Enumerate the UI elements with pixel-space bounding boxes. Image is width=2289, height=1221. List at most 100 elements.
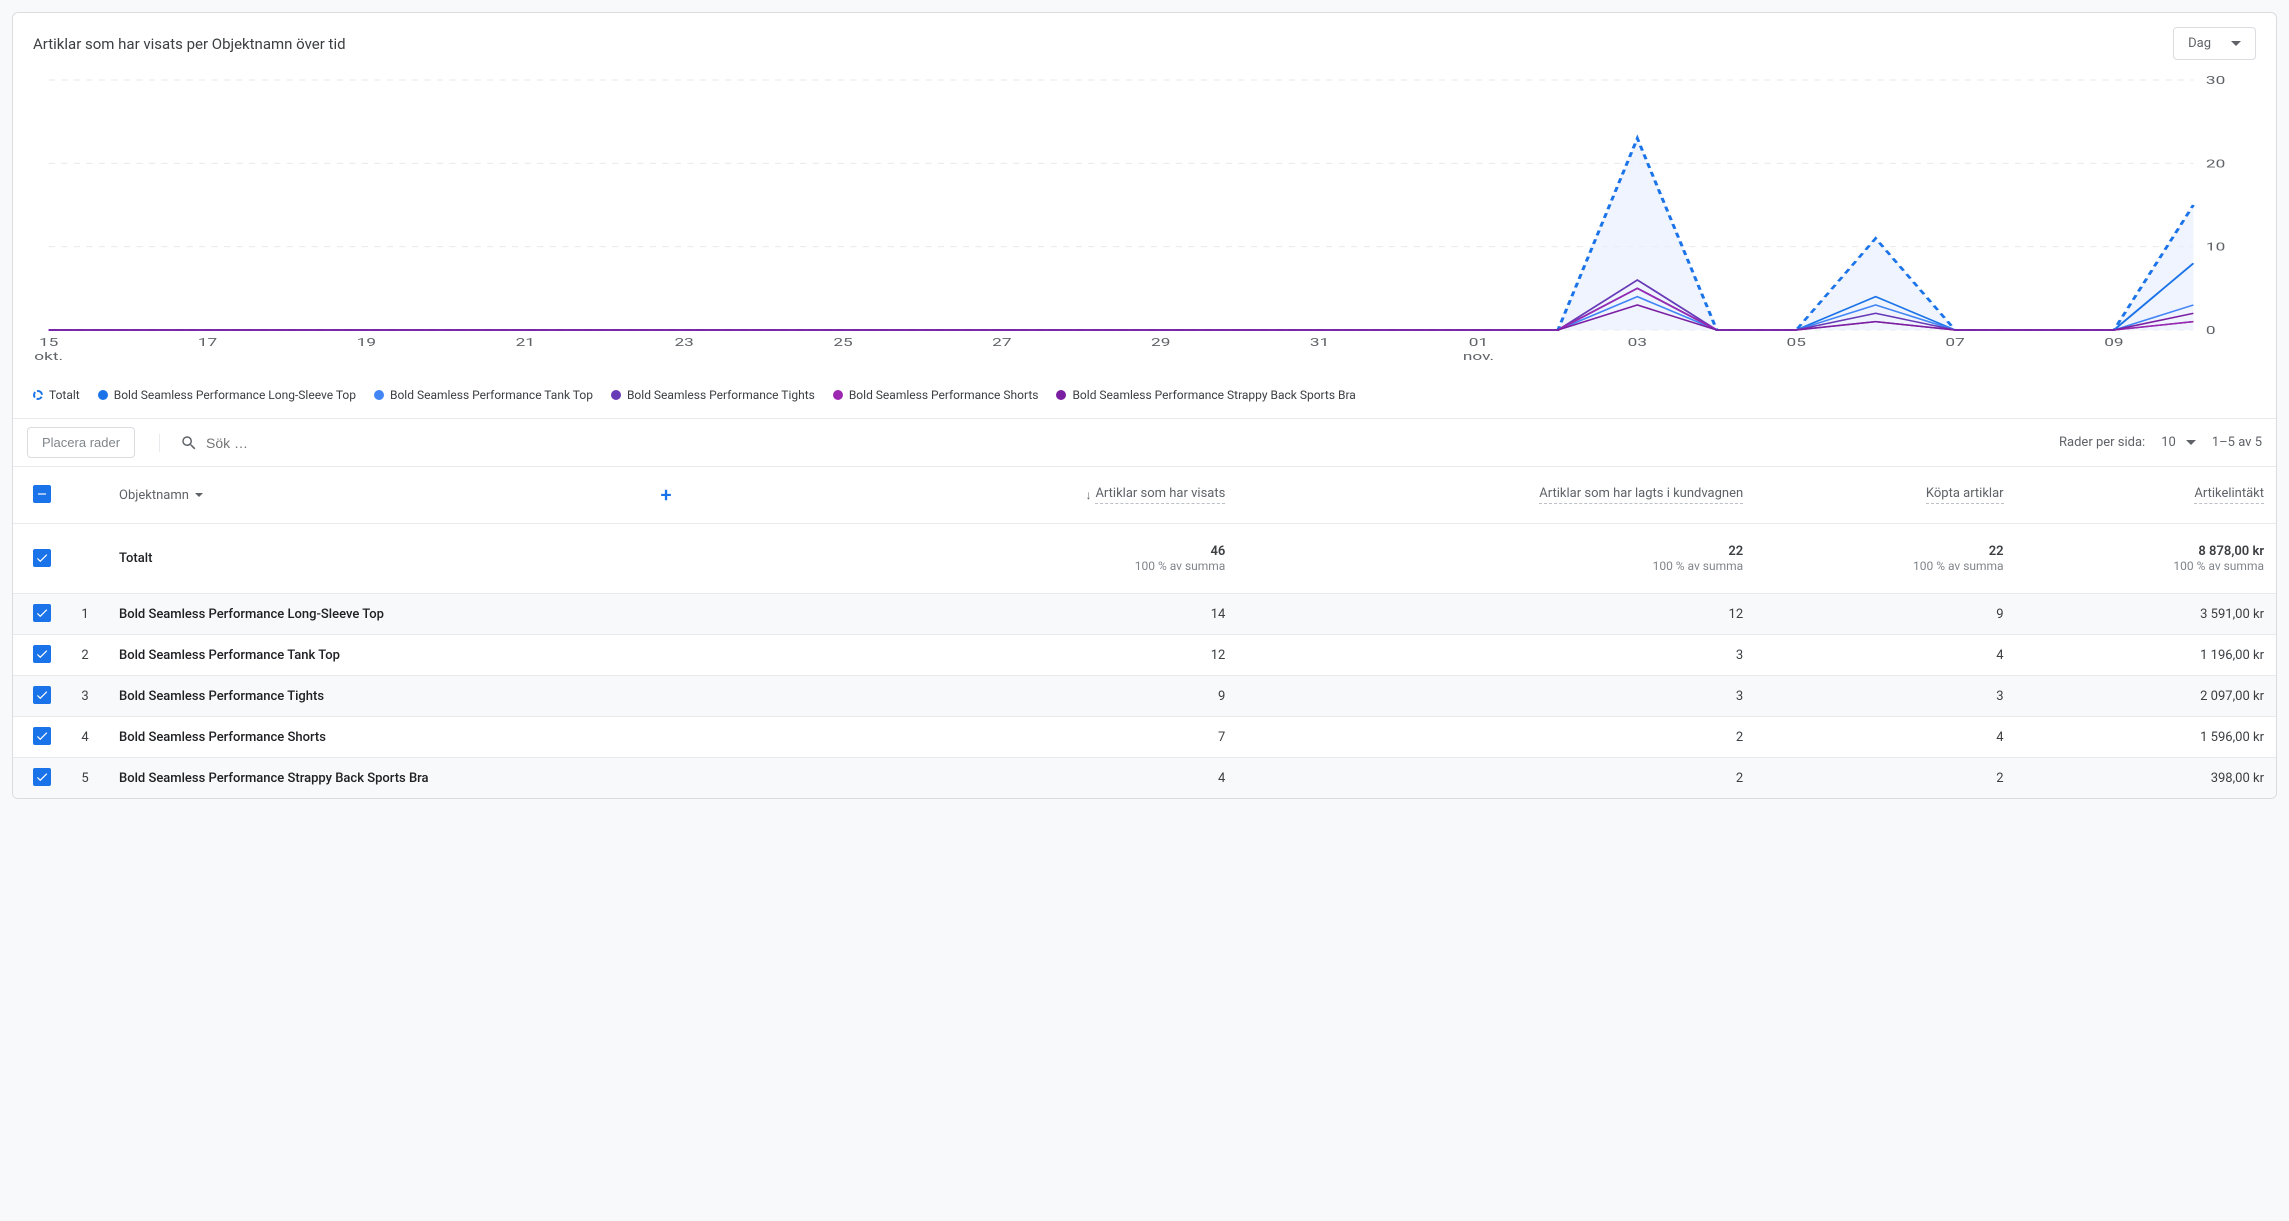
row-checkbox[interactable] [33,686,51,704]
legend-swatch-icon [611,390,621,400]
svg-text:19: 19 [357,336,376,349]
svg-text:31: 31 [1310,336,1329,349]
table-row[interactable]: 1Bold Seamless Performance Long-Sleeve T… [13,594,2276,635]
row-checkbox[interactable] [33,727,51,745]
legend-item[interactable]: Bold Seamless Performance Tank Top [374,388,593,402]
svg-text:15: 15 [39,336,58,349]
legend-label: Bold Seamless Performance Tights [627,388,815,402]
chart-legend: Totalt Bold Seamless Performance Long-Sle… [13,380,2276,418]
row-cell: 12 [865,635,1237,676]
table-row[interactable]: 4Bold Seamless Performance Shorts7241 59… [13,717,2276,758]
granularity-value: Dag [2188,36,2211,51]
svg-text:21: 21 [516,336,535,349]
line-chart[interactable]: 010203015okt.171921232527293101nov.03050… [33,70,2256,370]
row-cell: 9 [865,676,1237,717]
totals-label: Totalt [107,524,865,594]
column-header[interactable]: Artikelintäkt [2016,467,2276,524]
svg-text:0: 0 [2206,324,2216,337]
row-checkbox[interactable] [33,768,51,786]
row-cell: 4 [1755,635,2015,676]
legend-item[interactable]: Bold Seamless Performance Strappy Back S… [1056,388,1355,402]
totals-cell: 8 878,00 kr100 % av summa [2016,524,2276,594]
granularity-select[interactable]: Dag [2173,27,2256,60]
legend-label: Bold Seamless Performance Long-Sleeve To… [114,388,356,402]
sort-desc-icon: ↓ [1085,488,1091,502]
column-header[interactable]: ↓Artiklar som har visats [865,467,1237,524]
legend-item[interactable]: Bold Seamless Performance Shorts [833,388,1039,402]
column-header[interactable]: Köpta artiklar [1755,467,2015,524]
svg-text:nov.: nov. [1463,350,1494,363]
table-row[interactable]: 2Bold Seamless Performance Tank Top12341… [13,635,2276,676]
row-cell: 3 [1237,635,1755,676]
row-index: 5 [63,758,107,799]
svg-text:10: 10 [2206,241,2225,254]
dimension-header[interactable]: Objektnamn [119,488,189,503]
row-cell: 2 097,00 kr [2016,676,2276,717]
row-cell: 1 196,00 kr [2016,635,2276,676]
svg-text:30: 30 [2206,74,2225,87]
add-dimension-button[interactable]: + [661,483,672,507]
svg-text:01: 01 [1469,336,1488,349]
column-header[interactable]: Artiklar som har lagts i kundvagnen [1237,467,1755,524]
row-name: Bold Seamless Performance Long-Sleeve To… [107,594,865,635]
svg-text:17: 17 [198,336,217,349]
legend-swatch-icon [374,390,384,400]
row-index: 1 [63,594,107,635]
totals-cell: 22100 % av summa [1237,524,1755,594]
legend-label: Totalt [49,388,80,402]
totals-cell: 46100 % av summa [865,524,1237,594]
svg-text:okt.: okt. [34,350,63,363]
search-icon [180,434,198,452]
row-name: Bold Seamless Performance Tights [107,676,865,717]
chart-title: Artiklar som har visats per Objektnamn ö… [33,35,346,53]
row-cell: 3 [1237,676,1755,717]
svg-text:29: 29 [1151,336,1170,349]
svg-text:05: 05 [1787,336,1806,349]
table-row[interactable]: 5Bold Seamless Performance Strappy Back … [13,758,2276,799]
svg-text:25: 25 [833,336,852,349]
row-cell: 7 [865,717,1237,758]
row-cell: 1 596,00 kr [2016,717,2276,758]
row-cell: 3 [1755,676,2015,717]
pagination-range: 1–5 av 5 [2212,435,2262,450]
row-cell: 12 [1237,594,1755,635]
row-cell: 4 [865,758,1237,799]
row-cell: 398,00 kr [2016,758,2276,799]
legend-item[interactable]: Totalt [33,388,80,402]
row-cell: 2 [1755,758,2015,799]
legend-label: Bold Seamless Performance Strappy Back S… [1072,388,1355,402]
legend-swatch-icon [1056,390,1066,400]
legend-swatch-icon [33,390,43,400]
row-index: 2 [63,635,107,676]
svg-text:27: 27 [992,336,1011,349]
legend-item[interactable]: Bold Seamless Performance Long-Sleeve To… [98,388,356,402]
totals-row: Totalt46100 % av summa22100 % av summa22… [13,524,2276,594]
row-checkbox[interactable] [33,549,51,567]
legend-label: Bold Seamless Performance Shorts [849,388,1039,402]
row-index: 3 [63,676,107,717]
row-cell: 14 [865,594,1237,635]
totals-cell: 22100 % av summa [1755,524,2015,594]
row-name: Bold Seamless Performance Shorts [107,717,865,758]
row-cell: 2 [1237,717,1755,758]
chevron-down-icon [195,493,203,497]
row-cell: 3 591,00 kr [2016,594,2276,635]
rows-per-page-select[interactable]: 10 [2161,435,2196,450]
svg-text:20: 20 [2206,157,2225,170]
svg-text:09: 09 [2104,336,2123,349]
row-cell: 9 [1755,594,2015,635]
legend-label: Bold Seamless Performance Tank Top [390,388,593,402]
row-checkbox[interactable] [33,645,51,663]
table-row[interactable]: 3Bold Seamless Performance Tights9332 09… [13,676,2276,717]
search-input[interactable] [206,435,2059,451]
svg-text:07: 07 [1945,336,1964,349]
place-rows-button[interactable]: Placera rader [27,427,135,458]
row-index: 4 [63,717,107,758]
select-all-checkbox[interactable] [33,485,51,503]
chart-area: 010203015okt.171921232527293101nov.03050… [13,70,2276,380]
legend-item[interactable]: Bold Seamless Performance Tights [611,388,815,402]
row-checkbox[interactable] [33,604,51,622]
chevron-down-icon [2186,440,2196,445]
row-name: Bold Seamless Performance Tank Top [107,635,865,676]
rows-per-page-value: 10 [2161,435,2176,450]
